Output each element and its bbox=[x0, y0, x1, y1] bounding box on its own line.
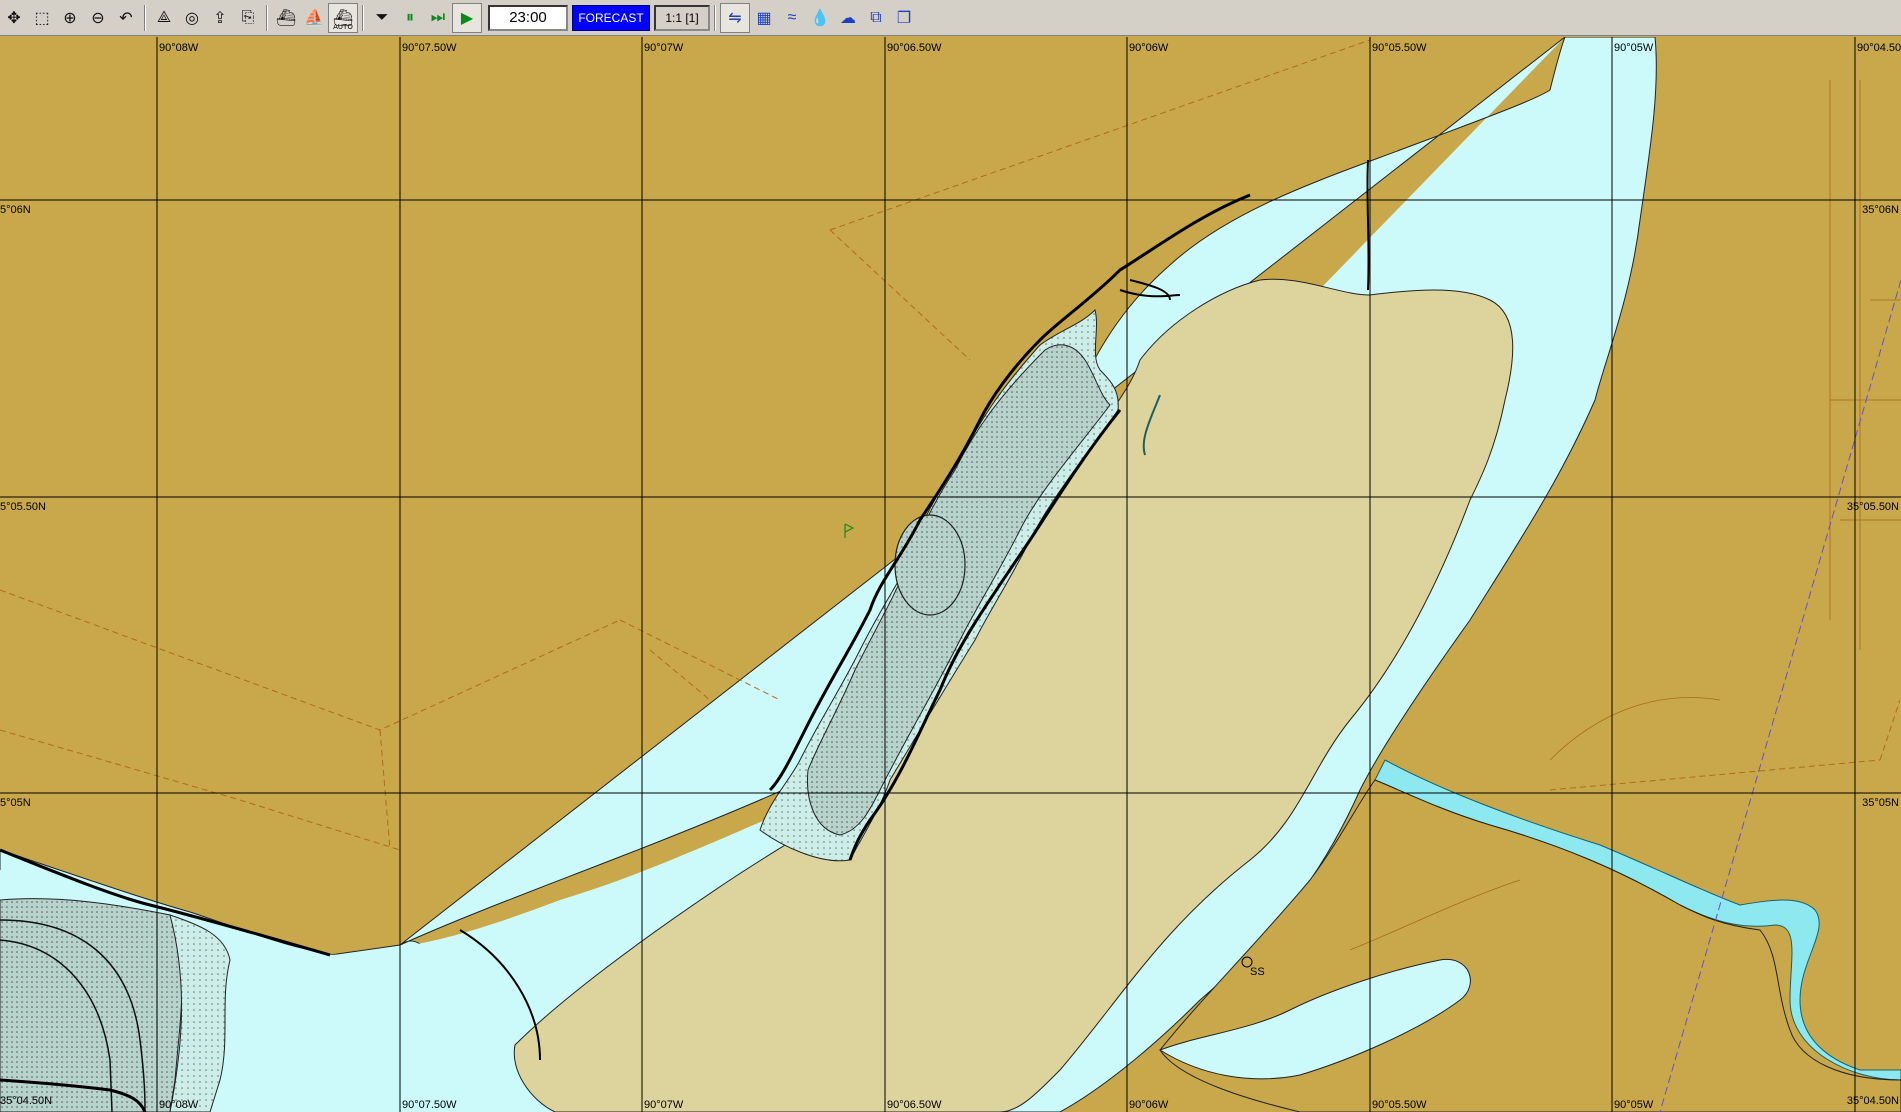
tide-icon[interactable]: ⇋ bbox=[720, 2, 750, 33]
windows-icon[interactable]: ❐ bbox=[890, 4, 918, 32]
layers-icon[interactable]: ⧉ bbox=[862, 4, 890, 32]
latitude-label-left: 5°05N bbox=[0, 797, 31, 809]
longitude-label-top: 90°06W bbox=[1129, 42, 1169, 54]
latitude-label-right: 35°04.50N bbox=[1847, 1095, 1899, 1107]
water-icon[interactable]: 💧 bbox=[806, 4, 834, 32]
toolbar-separator bbox=[714, 4, 716, 31]
latitude-label-right: 35°05.50N bbox=[1847, 501, 1899, 513]
longitude-label-top: 90°08W bbox=[159, 42, 199, 54]
undo-icon[interactable]: ↶ bbox=[112, 4, 140, 32]
fast-forward-icon[interactable]: ⏭ bbox=[424, 4, 452, 32]
nautical-chart-map[interactable]: 90°08W 90°07.50W 90°07W 90°06.50W 90°06W 90°0… bbox=[0, 37, 1901, 1112]
ship-icon[interactable]: ⛴ bbox=[272, 4, 300, 32]
step-down-icon[interactable]: ⏷ bbox=[368, 4, 396, 32]
shallow-ring bbox=[894, 514, 966, 616]
longitude-label-bottom: 90°08W bbox=[159, 1099, 199, 1111]
cable-line bbox=[1366, 159, 1370, 291]
play-icon[interactable]: ▶ bbox=[452, 2, 482, 33]
ship-small-icon[interactable]: ⛵ bbox=[300, 4, 328, 32]
route-icon[interactable]: ⟁ bbox=[150, 4, 178, 32]
longitude-label-bottom: 90°07W bbox=[644, 1099, 684, 1111]
longitude-label-bottom: 90°06W bbox=[1129, 1099, 1169, 1111]
latitude-label-left: 5°05.50N bbox=[0, 501, 46, 513]
forecast-button[interactable]: FORECAST bbox=[572, 4, 650, 31]
latitude-label-left: 35°04.50N bbox=[0, 1095, 52, 1107]
latitude-label-left: 5°06N bbox=[0, 204, 31, 216]
auto-label: AUTO bbox=[333, 22, 353, 31]
longitude-label-top: 90°05W bbox=[1614, 42, 1654, 54]
zoom-box-icon[interactable]: ⬚ bbox=[28, 4, 56, 32]
import-icon[interactable]: ⎘ bbox=[234, 4, 262, 32]
time-field[interactable]: 23:00 bbox=[488, 4, 568, 31]
shoal-bottom-left bbox=[0, 898, 183, 1112]
pan-icon[interactable]: ✥ bbox=[0, 4, 28, 32]
pause-icon[interactable]: ⏸ bbox=[396, 4, 424, 32]
latitude-label-right: 35°06N bbox=[1862, 204, 1899, 216]
export-icon[interactable]: ⇪ bbox=[206, 4, 234, 32]
current-icon[interactable]: ≈ bbox=[778, 4, 806, 32]
longitude-label-bottom: 90°05.50W bbox=[1372, 1099, 1427, 1111]
toolbar-separator bbox=[144, 4, 146, 31]
longitude-label-top: 90°04.50 bbox=[1857, 42, 1901, 54]
longitude-label-bottom: 90°05W bbox=[1614, 1099, 1654, 1111]
zoom-in-icon[interactable]: ⊕ bbox=[56, 4, 84, 32]
longitude-label-top: 90°05.50W bbox=[1372, 42, 1427, 54]
ship-auto-icon[interactable]: ⛴ AUTO bbox=[328, 2, 358, 33]
zoom-out-icon[interactable]: ⊖ bbox=[84, 4, 112, 32]
scale-field[interactable]: 1:1 [1] bbox=[654, 4, 710, 31]
feature-label: SS bbox=[1250, 966, 1265, 978]
longitude-label-bottom: 90°07.50W bbox=[402, 1099, 457, 1111]
toolbar: ✥ ⬚ ⊕ ⊖ ↶ ⟁ ◎ ⇪ ⎘ ⛴ ⛵ ⛴ AUTO ⏷ ⏸ ⏭ ▶ 23:0… bbox=[0, 0, 1901, 36]
longitude-label-top: 90°07W bbox=[644, 42, 684, 54]
longitude-label-bottom: 90°06.50W bbox=[887, 1099, 942, 1111]
toolbar-separator bbox=[266, 4, 268, 31]
latitude-label-right: 35°05N bbox=[1862, 797, 1899, 809]
target-icon[interactable]: ◎ bbox=[178, 4, 206, 32]
longitude-label-top: 90°06.50W bbox=[887, 42, 942, 54]
weather-icon[interactable]: ☁ bbox=[834, 4, 862, 32]
grid-icon[interactable]: ▦ bbox=[750, 4, 778, 32]
toolbar-separator bbox=[362, 4, 364, 31]
longitude-label-top: 90°07.50W bbox=[402, 42, 457, 54]
